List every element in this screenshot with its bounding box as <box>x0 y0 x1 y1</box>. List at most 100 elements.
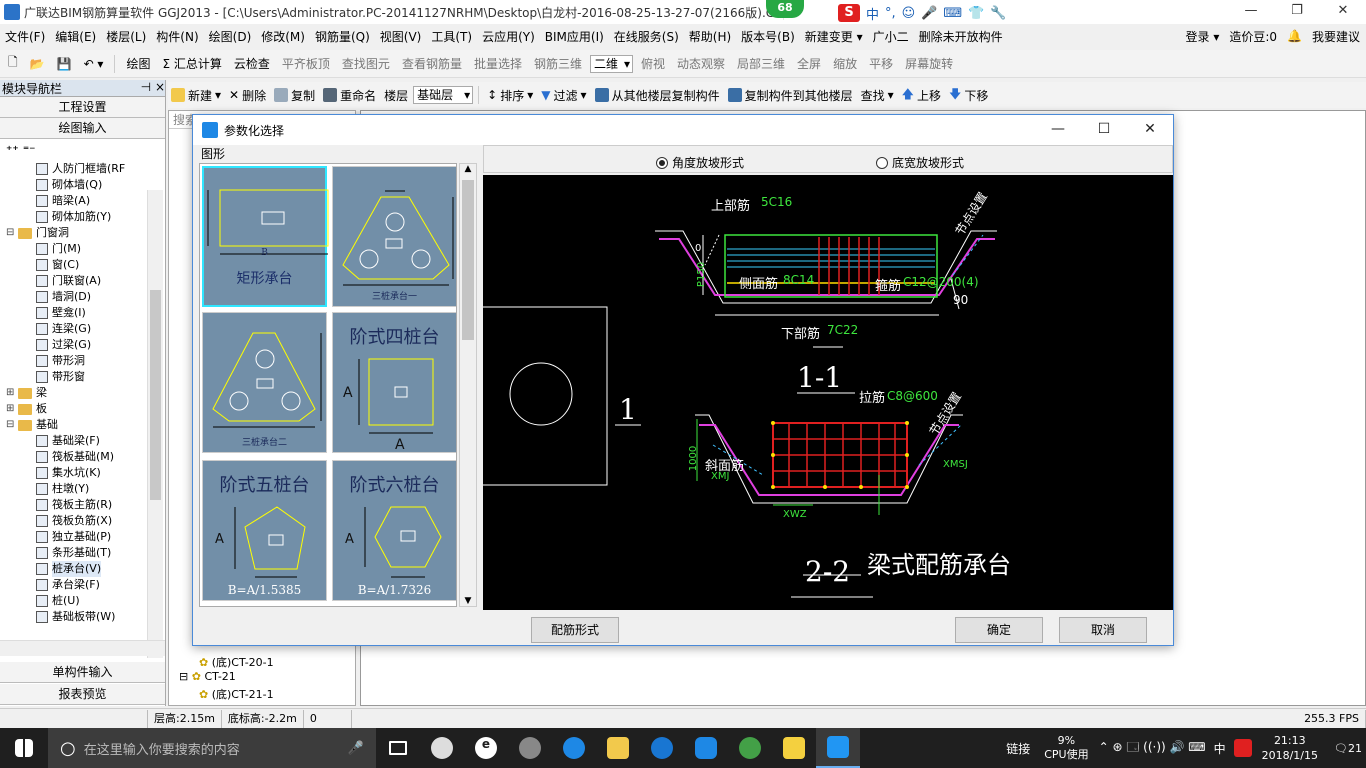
find-button[interactable]: 查找 ▾ <box>858 87 897 104</box>
open-file-icon[interactable]: 📂 <box>26 57 49 71</box>
tree-item[interactable]: 窗(C) <box>0 257 165 273</box>
tree-item[interactable]: 门联窗(A) <box>0 273 165 289</box>
close-button[interactable]: ✕ <box>1320 0 1366 24</box>
tree-expander-icon[interactable]: ⊞ <box>6 385 18 401</box>
notes-app-icon[interactable] <box>772 728 816 768</box>
view-mode-select[interactable]: 二维 <box>589 54 633 73</box>
screen-rotate-button[interactable]: 屏幕旋转 <box>901 55 957 72</box>
keyboard-icon[interactable]: ⌨ <box>943 6 962 21</box>
windows-start-icon[interactable] <box>0 728 48 768</box>
tray-icons[interactable]: ⌃ ⊛ 🗔 ((·)) 🔊 ⌨ <box>1099 738 1206 759</box>
sogou-icon[interactable]: S <box>838 4 860 22</box>
tree-item[interactable]: 连梁(G) <box>0 321 165 337</box>
list-item[interactable]: ✿ (底)CT-20-1 <box>199 654 274 670</box>
move-up-button[interactable]: 🡅 上移 <box>899 85 944 106</box>
tree-item[interactable]: 柱墩(Y) <box>0 481 165 497</box>
tree-item[interactable]: 过梁(G) <box>0 337 165 353</box>
tree-expander-icon[interactable]: ⊞ <box>6 401 18 417</box>
menu-delete-unopened[interactable]: 删除未开放构件 <box>914 28 1008 45</box>
tree-expander-icon[interactable]: ⊟ <box>6 417 18 433</box>
shape-thumb-5pile[interactable]: 阶式五桩台 A B=A/1.5385 <box>202 460 327 601</box>
menu-draw[interactable]: 绘图(D) <box>204 28 257 45</box>
punctuation-icon[interactable]: °, <box>885 6 896 21</box>
tree-item[interactable]: 桩承台(V) <box>0 561 165 577</box>
emoji-icon[interactable]: ☺ <box>902 6 916 21</box>
shape-thumb-6pile[interactable]: 阶式六桩台 A B=A/1.7326 <box>332 460 456 601</box>
menu-version[interactable]: 版本号(B) <box>736 28 800 45</box>
menu-online[interactable]: 在线服务(S) <box>609 28 684 45</box>
tree-item[interactable]: 暗梁(A) <box>0 193 165 209</box>
bell-icon[interactable]: 🔔 <box>1287 29 1302 43</box>
ime-indicator[interactable]: 中 <box>1214 740 1226 757</box>
tree-item[interactable]: 筏板主筋(R) <box>0 497 165 513</box>
login-button[interactable]: 登录 ▾ <box>1186 28 1220 45</box>
ie-icon[interactable]: e <box>464 728 508 768</box>
menu-view[interactable]: 视图(V) <box>375 28 427 45</box>
suggest-button[interactable]: 我要建议 <box>1312 28 1360 45</box>
explorer-icon[interactable] <box>596 728 640 768</box>
nav-pin-close[interactable]: ⊣ × <box>141 80 165 96</box>
fullscreen-button[interactable]: 全屏 <box>793 55 825 72</box>
tree-item[interactable]: 独立基础(P) <box>0 529 165 545</box>
rebar-3d-button[interactable]: 钢筋三维 <box>530 55 586 72</box>
tree-item[interactable]: 集水坑(K) <box>0 465 165 481</box>
copy-button[interactable]: 复制 <box>271 87 318 104</box>
notification-icon[interactable]: 🗨21 <box>1330 742 1366 755</box>
sogou-tray-icon[interactable] <box>1233 739 1252 757</box>
price-beans[interactable]: 造价豆:0 <box>1229 28 1277 45</box>
tree-item[interactable]: 砌体加筋(Y) <box>0 209 165 225</box>
tree-item[interactable]: 承台梁(F) <box>0 577 165 593</box>
tree-item[interactable]: 筏板基础(M) <box>0 449 165 465</box>
clock[interactable]: 21:13 2018/1/15 <box>1262 733 1318 763</box>
cloud-check-button[interactable]: 云检查 <box>230 55 274 72</box>
link-label[interactable]: 链接 <box>1006 740 1030 757</box>
shape-thumb-rect[interactable]: B 矩形承台 <box>202 166 329 307</box>
delete-button[interactable]: ✕ 删除 <box>226 87 269 104</box>
save-icon[interactable]: 💾 <box>53 57 76 71</box>
menu-modify[interactable]: 修改(M) <box>256 28 310 45</box>
filter-button[interactable]: ▼ 过滤 ▾ <box>538 87 589 104</box>
tree-scrollbar[interactable] <box>147 190 163 658</box>
ie-blue-icon[interactable] <box>640 728 684 768</box>
new-file-icon[interactable]: 🗋 <box>4 53 22 74</box>
menu-tools[interactable]: 工具(T) <box>426 28 477 45</box>
bottom-width-slope-radio[interactable]: 底宽放坡形式 <box>876 154 964 171</box>
tree-item[interactable]: 筏板负筋(X) <box>0 513 165 529</box>
menu-guangxiaoer[interactable]: 广小二 <box>868 28 914 45</box>
menu-new-change[interactable]: 新建变更 ▾ <box>800 28 868 45</box>
rebar-form-button[interactable]: 配筋形式 <box>531 617 619 643</box>
menu-cloud[interactable]: 云应用(Y) <box>477 28 540 45</box>
cpu-usage[interactable]: 9% CPU使用 <box>1044 734 1088 762</box>
edge-icon[interactable] <box>552 728 596 768</box>
single-input-button[interactable]: 单构件输入 <box>0 662 165 683</box>
align-slab-top-button[interactable]: 平齐板顶 <box>278 55 334 72</box>
orbit-button[interactable]: 动态观察 <box>673 55 729 72</box>
tree-expander-icon[interactable]: ⊟ <box>6 225 18 241</box>
rename-button[interactable]: 重命名 <box>320 87 379 104</box>
project-settings-button[interactable]: 工程设置 <box>0 97 165 118</box>
tree-item[interactable]: 壁龛(I) <box>0 305 165 321</box>
score-badge[interactable]: 68 <box>766 0 804 18</box>
tree-item[interactable]: 带形洞 <box>0 353 165 369</box>
summary-calc-button[interactable]: Σ 汇总计算 <box>158 55 225 72</box>
dialog-minimize-button[interactable]: — <box>1035 115 1081 145</box>
thumbnail-scrollbar[interactable]: ▲ ▼ <box>459 163 477 607</box>
shape-thumb-3pile-1[interactable]: 三桩承台一 <box>332 166 456 307</box>
menu-bim[interactable]: BIM应用(I) <box>540 28 609 45</box>
draw-input-button[interactable]: 绘图输入 <box>0 118 165 139</box>
local-3d-button[interactable]: 局部三维 <box>733 55 789 72</box>
report-preview-button[interactable]: 报表预览 <box>0 684 165 705</box>
tools-icon[interactable]: 🔧 <box>990 6 1006 21</box>
tree-item[interactable]: 带形窗 <box>0 369 165 385</box>
restore-button[interactable]: ❐ <box>1274 0 1320 24</box>
menu-file[interactable]: 文件(F) <box>0 28 50 45</box>
find-element-button[interactable]: 查找图元 <box>338 55 394 72</box>
voice-icon[interactable]: 🎤 <box>921 6 937 21</box>
ok-button[interactable]: 确定 <box>955 617 1043 643</box>
tree-item[interactable]: 门(M) <box>0 241 165 257</box>
tree-item[interactable]: ⊟ 基础 <box>0 417 165 433</box>
view-rebar-qty-button[interactable]: 查看钢筋量 <box>398 55 466 72</box>
batch-select-button[interactable]: 批量选择 <box>470 55 526 72</box>
list-item[interactable]: ⊟ ✿ CT-21 <box>179 670 236 683</box>
minimize-button[interactable]: — <box>1228 0 1274 24</box>
